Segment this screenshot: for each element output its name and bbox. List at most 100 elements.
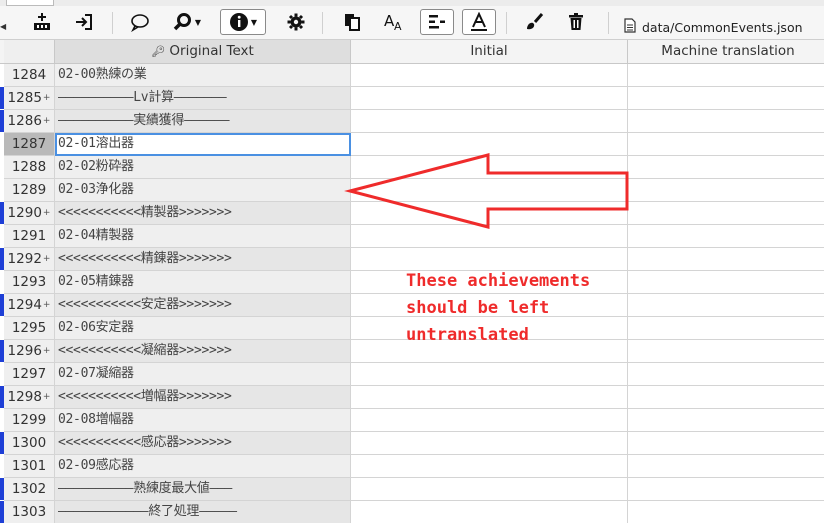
row-number-cell[interactable]: 1287 (4, 133, 55, 156)
original-text-cell[interactable]: <<<<<<<<<<<安定器>>>>>>> (55, 294, 351, 317)
expand-plus-icon[interactable]: + (43, 346, 51, 356)
machine-translation-cell[interactable] (628, 156, 824, 179)
row-number-cell[interactable]: 1289 (4, 179, 55, 202)
initial-cell[interactable] (351, 156, 628, 179)
initial-cell[interactable] (351, 432, 628, 455)
original-text-cell[interactable]: 02-05精錬器 (55, 271, 351, 294)
row-number-cell[interactable]: 1297 (4, 363, 55, 386)
initial-cell[interactable] (351, 110, 628, 133)
original-text-cell[interactable]: 02-08増幅器 (55, 409, 351, 432)
original-text-cell[interactable]: 02-09感応器 (55, 455, 351, 478)
expand-plus-icon[interactable]: + (43, 392, 51, 402)
comment-button[interactable] (126, 9, 154, 35)
machine-translation-cell[interactable] (628, 225, 824, 248)
copy-button[interactable] (338, 9, 366, 35)
original-text-cell[interactable]: 02-03浄化器 (55, 179, 351, 202)
row-number-cell[interactable]: 1284 (4, 64, 55, 87)
row-number-cell[interactable]: 1298+ (4, 386, 55, 409)
import-button[interactable] (70, 9, 98, 35)
original-text-cell[interactable]: 02-00熟練の業 (55, 64, 351, 87)
machine-translation-cell[interactable] (628, 340, 824, 363)
initial-cell[interactable] (351, 386, 628, 409)
initial-cell[interactable] (351, 64, 628, 87)
original-text-cell[interactable]: 02-04精製器 (55, 225, 351, 248)
initial-cell[interactable] (351, 478, 628, 501)
row-number-cell[interactable]: 1293 (4, 271, 55, 294)
table-row[interactable]: 1287 02-01溶出器 (0, 133, 824, 156)
initial-cell[interactable] (351, 271, 628, 294)
original-text-cell[interactable]: 02-06安定器 (55, 317, 351, 340)
text-color-button[interactable] (462, 9, 496, 35)
original-text-cell[interactable]: ――――――――――Lv計算――――――― (55, 87, 351, 110)
initial-cell[interactable] (351, 317, 628, 340)
initial-cell[interactable] (351, 87, 628, 110)
original-text-cell[interactable]: <<<<<<<<<<<増幅器>>>>>>> (55, 386, 351, 409)
initial-header[interactable]: Initial (351, 40, 628, 63)
initial-cell[interactable] (351, 501, 628, 523)
machine-translation-cell[interactable] (628, 432, 824, 455)
table-row[interactable]: 1301 02-09感応器 (0, 455, 824, 478)
machine-translation-cell[interactable] (628, 501, 824, 523)
machine-translation-cell[interactable] (628, 386, 824, 409)
table-row[interactable]: 1302 ――――――――――熟練度最大値――― (0, 478, 824, 501)
table-row[interactable]: 1290+ <<<<<<<<<<<精製器>>>>>>> (0, 202, 824, 225)
initial-cell[interactable] (351, 455, 628, 478)
delete-button[interactable] (562, 9, 590, 35)
row-number-cell[interactable]: 1288 (4, 156, 55, 179)
initial-cell[interactable] (351, 340, 628, 363)
row-number-cell[interactable]: 1303 (4, 501, 55, 523)
original-text-cell[interactable]: 02-02粉砕器 (55, 156, 351, 179)
table-row[interactable]: 1285+ ――――――――――Lv計算――――――― (0, 87, 824, 110)
machine-translation-cell[interactable] (628, 179, 824, 202)
row-number-cell[interactable]: 1301 (4, 455, 55, 478)
initial-cell[interactable] (351, 248, 628, 271)
machine-translation-cell[interactable] (628, 133, 824, 156)
machine-translation-cell[interactable] (628, 110, 824, 133)
table-row[interactable]: 1286+ ――――――――――実績獲得―――――― (0, 110, 824, 133)
row-number-cell[interactable]: 1299 (4, 409, 55, 432)
table-row[interactable]: 1292+ <<<<<<<<<<<精錬器>>>>>>> (0, 248, 824, 271)
machine-translation-cell[interactable] (628, 363, 824, 386)
expand-plus-icon[interactable]: + (43, 254, 51, 264)
original-text-cell[interactable]: ――――――――――――終了処理――――― (55, 501, 351, 523)
font-size-button[interactable]: AA (380, 9, 408, 35)
original-text-cell[interactable]: 02-01溶出器 (55, 133, 351, 156)
search-button[interactable]: ▼ (166, 9, 208, 35)
row-number-cell[interactable]: 1294+ (4, 294, 55, 317)
machine-translation-cell[interactable] (628, 64, 824, 87)
original-text-header[interactable]: 🔑︎ Original Text (55, 40, 351, 63)
original-text-cell[interactable]: <<<<<<<<<<<感応器>>>>>>> (55, 432, 351, 455)
table-row[interactable]: 1295 02-06安定器 (0, 317, 824, 340)
table-row[interactable]: 1284 02-00熟練の業 (0, 64, 824, 87)
machine-translation-cell[interactable] (628, 202, 824, 225)
settings-button[interactable] (282, 9, 310, 35)
initial-cell[interactable] (351, 409, 628, 432)
table-row[interactable]: 1299 02-08増幅器 (0, 409, 824, 432)
original-text-cell[interactable]: <<<<<<<<<<<精製器>>>>>>> (55, 202, 351, 225)
row-number-cell[interactable]: 1285+ (4, 87, 55, 110)
initial-cell[interactable] (351, 179, 628, 202)
row-number-cell[interactable]: 1300 (4, 432, 55, 455)
original-text-cell[interactable]: 02-07凝縮器 (55, 363, 351, 386)
row-number-cell[interactable]: 1302 (4, 478, 55, 501)
initial-cell[interactable] (351, 202, 628, 225)
expand-plus-icon[interactable]: + (43, 116, 51, 126)
row-number-cell[interactable]: 1291 (4, 225, 55, 248)
initial-cell[interactable] (351, 225, 628, 248)
expand-plus-icon[interactable]: + (43, 93, 51, 103)
machine-translation-cell[interactable] (628, 248, 824, 271)
info-button[interactable]: ▼ (220, 9, 266, 35)
original-text-cell[interactable]: <<<<<<<<<<<精錬器>>>>>>> (55, 248, 351, 271)
table-row[interactable]: 1300 <<<<<<<<<<<感応器>>>>>>> (0, 432, 824, 455)
table-row[interactable]: 1298+ <<<<<<<<<<<増幅器>>>>>>> (0, 386, 824, 409)
machine-translation-cell[interactable] (628, 478, 824, 501)
machine-translation-cell[interactable] (628, 409, 824, 432)
row-number-cell[interactable]: 1296+ (4, 340, 55, 363)
table-row[interactable]: 1291 02-04精製器 (0, 225, 824, 248)
table-row[interactable]: 1293 02-05精錬器 (0, 271, 824, 294)
collapse-left-icon[interactable]: ◀ (0, 20, 6, 34)
machine-translation-cell[interactable] (628, 317, 824, 340)
machine-translation-cell[interactable] (628, 87, 824, 110)
initial-cell[interactable] (351, 133, 628, 156)
table-row[interactable]: 1294+ <<<<<<<<<<<安定器>>>>>>> (0, 294, 824, 317)
